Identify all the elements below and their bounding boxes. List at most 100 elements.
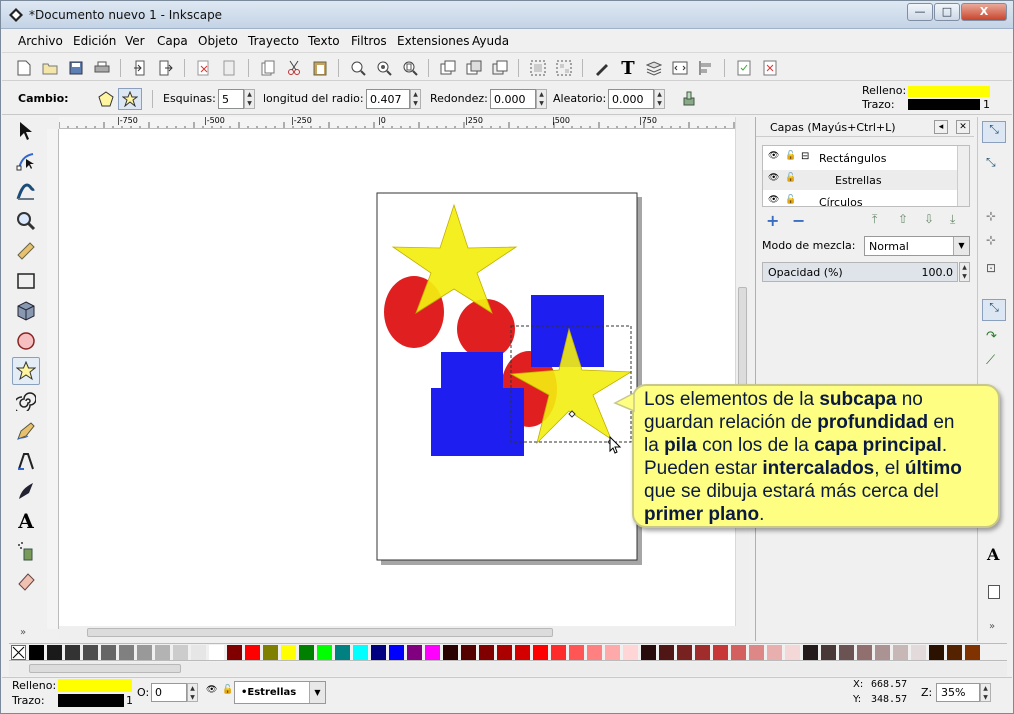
add-layer-icon[interactable]: + [766,211,779,230]
menu-ayuda[interactable]: Ayuda [472,34,509,48]
maximize-button[interactable]: □ [934,3,960,21]
layer-visibility-icon[interactable]: 👁 [206,685,217,695]
rounding-input[interactable]: 0.000 [490,89,536,109]
zoom-tool-icon[interactable] [12,207,40,235]
color-swatch[interactable] [407,645,422,660]
color-swatch[interactable] [893,645,908,660]
color-swatch[interactable] [371,645,386,660]
copy-icon[interactable] [258,58,278,78]
color-swatch[interactable] [587,645,602,660]
pencil-tool-icon[interactable] [12,417,40,445]
color-swatch[interactable] [29,645,44,660]
layer-row[interactable]: 👁 🔓 ⊟ Rectángulos [763,148,957,168]
color-swatch[interactable] [677,645,692,660]
snap-bbox-icon[interactable]: ⤡ [986,155,996,170]
color-swatch[interactable] [767,645,782,660]
cut-icon[interactable] [284,58,304,78]
color-swatch[interactable] [641,645,656,660]
collapse-icon[interactable]: ⊟ [801,151,809,162]
eye-icon[interactable]: 👁 [768,173,779,183]
polygon-mode-icon[interactable] [94,88,118,110]
status-fill-swatch[interactable] [58,679,132,692]
reset-defaults-icon[interactable] [680,89,698,107]
zoom-drawing-icon[interactable] [374,58,394,78]
menu-objeto[interactable]: Objeto [198,34,238,48]
color-swatch[interactable] [839,645,854,660]
zoom-page-icon[interactable] [400,58,420,78]
layer-name[interactable]: Estrellas [835,174,882,187]
color-swatch[interactable] [965,645,980,660]
color-swatch[interactable] [533,645,548,660]
snap-page-border-icon[interactable] [988,585,1000,599]
horizontal-scroll-thumb[interactable] [87,628,553,637]
clone-icon[interactable] [464,58,484,78]
eraser-tool-icon[interactable] [12,567,40,595]
color-swatch[interactable] [317,645,332,660]
color-swatch[interactable] [875,645,890,660]
color-swatch[interactable] [263,645,278,660]
import-icon[interactable] [130,58,150,78]
pen-tool-icon[interactable] [12,447,40,475]
color-swatch[interactable] [425,645,440,660]
rounding-spin-button[interactable]: ▲ ▼ [536,89,547,109]
zoom-spin-button[interactable]: ▲ ▼ [980,683,991,702]
top-fill-swatch[interactable] [908,86,990,97]
lock-icon[interactable]: 🔓 [785,151,796,161]
unlink-clone-icon[interactable] [490,58,510,78]
color-swatch[interactable] [731,645,746,660]
color-swatch[interactable] [191,645,206,660]
opacity-slider[interactable]: Opacidad (%) 100.0 [762,262,958,282]
color-swatch[interactable] [623,645,638,660]
lower-layer-icon[interactable]: ⇩ [924,212,934,226]
panel-iconify-button[interactable]: ◂ [934,120,948,134]
snap-midpoints-icon[interactable]: ⊡ [986,261,996,275]
remove-layer-icon[interactable]: − [792,211,805,230]
ellipse-tool-icon[interactable] [12,327,40,355]
menu-filtros[interactable]: Filtros [351,34,387,48]
align-distribute-icon[interactable] [696,58,716,78]
spiral-tool-icon[interactable] [12,387,40,415]
zoom-input[interactable]: 35% [936,683,980,702]
color-swatch[interactable] [479,645,494,660]
undo-icon[interactable] [194,58,214,78]
color-swatch[interactable] [209,645,224,660]
toolbox-more-icon[interactable]: » [20,627,26,638]
color-swatch[interactable] [695,645,710,660]
snap-more-icon[interactable]: » [989,621,995,632]
selector-tool-icon[interactable] [12,117,40,145]
menu-edicion[interactable]: Edición [73,34,116,48]
color-swatch[interactable] [101,645,116,660]
layer-lock-icon[interactable]: 🔓 [222,685,233,695]
color-swatch[interactable] [119,645,134,660]
color-swatch[interactable] [281,645,296,660]
color-swatch[interactable] [821,645,836,660]
color-swatch[interactable] [911,645,926,660]
corners-spin-button[interactable]: ▲ ▼ [244,89,255,109]
color-swatch[interactable] [929,645,944,660]
lock-icon[interactable]: 🔓 [785,173,796,183]
color-swatch[interactable] [515,645,530,660]
color-swatch[interactable] [947,645,962,660]
color-swatch[interactable] [173,645,188,660]
color-swatch[interactable] [227,645,242,660]
ungroup-icon[interactable] [554,58,574,78]
color-swatch[interactable] [245,645,260,660]
zoom-selection-icon[interactable] [348,58,368,78]
color-swatch[interactable] [605,645,620,660]
menu-ver[interactable]: Ver [125,34,145,48]
color-swatch[interactable] [551,645,566,660]
color-swatch[interactable] [461,645,476,660]
snap-corners-icon[interactable]: ⊹ [986,233,996,247]
radius-spin-button[interactable]: ▲ ▼ [410,89,421,109]
xml-editor-icon[interactable] [670,58,690,78]
canvas-horizontal-scrollbar[interactable] [59,626,749,640]
menu-capa[interactable]: Capa [157,34,188,48]
menu-texto[interactable]: Texto [308,34,340,48]
random-input[interactable]: 0.000 [608,89,654,109]
status-opacity-input[interactable]: 0 [151,683,187,702]
star-tool-icon[interactable] [12,357,40,385]
color-swatch[interactable] [569,645,584,660]
drawing-canvas[interactable] [59,129,735,626]
layers-list-scrollbar[interactable] [957,146,969,206]
blend-mode-select[interactable]: Normal ▼ [864,236,970,256]
